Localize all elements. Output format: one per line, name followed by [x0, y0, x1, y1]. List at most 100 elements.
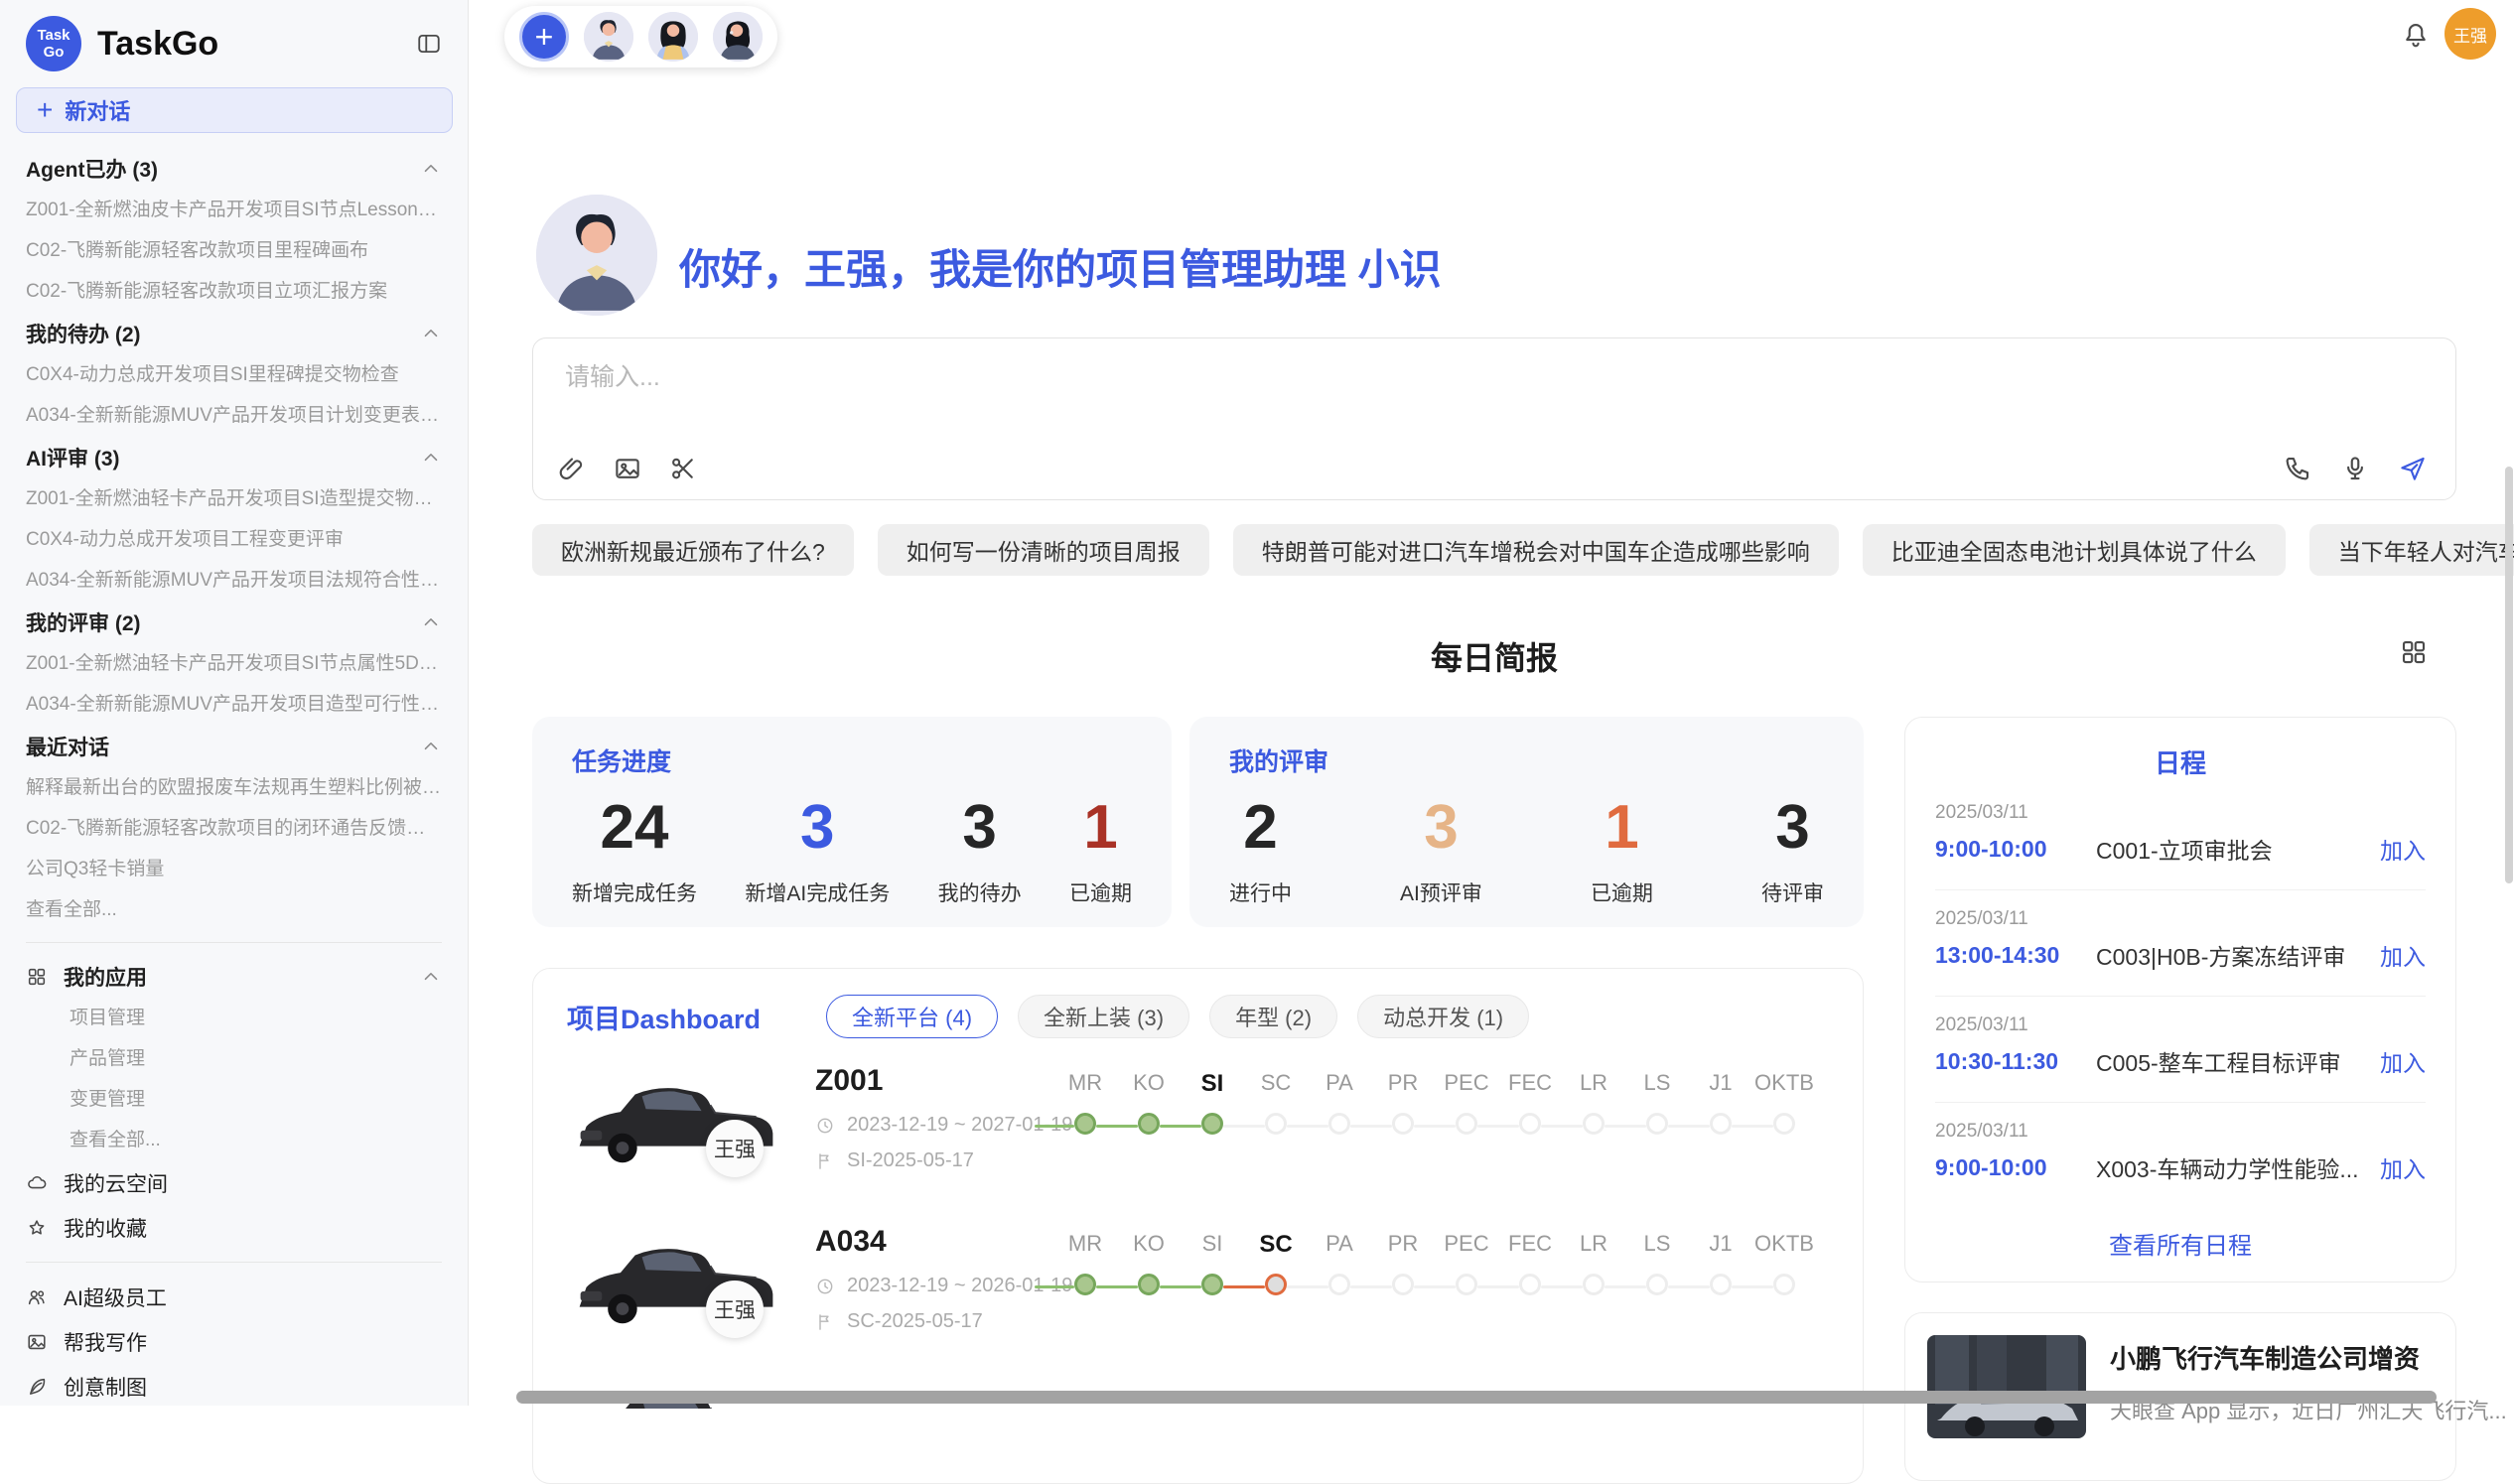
sidebar-task-item[interactable]: Z001-全新燃油轻卡产品开发项目SI节点属性5D文件评审 [26, 643, 442, 684]
sidebar-task-item[interactable]: A034-全新新能源MUV产品开发项目计划变更表编写 [26, 395, 442, 436]
sidebar-app-item[interactable]: 变更管理 [26, 1079, 442, 1120]
sidebar-recent-item[interactable]: 解释最新出台的欧盟报废车法规再生塑料比例被调至15%... [26, 767, 442, 808]
sidebar-recent-header[interactable]: 最近对话 [26, 725, 442, 767]
dashboard-tab[interactable]: 全新上装 (3) [1018, 995, 1189, 1038]
flag-text: SC-2025-05-17 [847, 1310, 983, 1333]
paperclip-icon[interactable] [557, 454, 587, 483]
sidebar-apps-view-all[interactable]: 查看全部... [26, 1120, 442, 1160]
section-header-left: 我的待办 (2) [26, 319, 141, 348]
greeting-title: 你好，王强，我是你的项目管理助理 小识 [679, 236, 1442, 297]
sidebar-section-header[interactable]: 我的待办 (2) [26, 312, 442, 354]
sidebar-task-item[interactable]: C0X4-动力总成开发项目工程变更评审 [26, 519, 442, 560]
chevron-up-icon[interactable] [420, 323, 442, 344]
sidebar-link-label: 我的收藏 [64, 1213, 147, 1243]
chevron-up-icon[interactable] [420, 447, 442, 469]
chat-input[interactable] [563, 362, 2052, 393]
chevron-up-icon[interactable] [420, 158, 442, 180]
sidebar: Task Go TaskGo + 新对话 Agent已办 (3)Z001-全新燃… [0, 0, 469, 1406]
sidebar-task-item[interactable]: Z001-全新燃油皮卡产品开发项目SI节点Lesson Learn报告 [26, 190, 442, 230]
milestone-labels: MRKOSISCPAPRPECFECLRLSJ1OKTB [1053, 1070, 1828, 1098]
vertical-scrollbar[interactable] [2505, 467, 2513, 883]
microphone-icon[interactable] [2340, 454, 2370, 483]
sidebar-link-label: 我的云空间 [64, 1168, 168, 1198]
sidebar-link-我的云空间[interactable]: 我的云空间 [26, 1160, 442, 1205]
schedule-entry[interactable]: 2025/03/1110:30-11:30C005-整车工程目标评审加入 [1935, 997, 2426, 1103]
chevron-up-icon[interactable] [420, 966, 442, 988]
join-meeting-link[interactable]: 加入 [2380, 832, 2426, 866]
milestone-label-PA: PA [1308, 1070, 1371, 1098]
project-row[interactable]: A0342023-12-19 ~ 2026-01-19SC-2025-05-17… [533, 1217, 1863, 1378]
sidebar-task-item[interactable]: C02-飞腾新能源轻客改款项目里程碑画布 [26, 230, 442, 271]
sidebar-apps-header[interactable]: 我的应用 [26, 955, 442, 998]
image-upload-icon[interactable] [613, 454, 642, 483]
join-meeting-link[interactable]: 加入 [2380, 1150, 2426, 1184]
sidebar-recent-view-all[interactable]: 查看全部... [26, 889, 442, 930]
task-progress-card: 任务进度 24新增完成任务3新增AI完成任务3我的待办1已逾期 [532, 717, 1172, 927]
stat-value: 24 [601, 792, 669, 864]
new-chat-button[interactable]: + 新对话 [16, 87, 453, 133]
sidebar-divider [26, 1262, 442, 1263]
suggestion-chip[interactable]: 当下年轻人对汽车外观有怎样的喜好趋势 [2309, 524, 2514, 576]
suggestion-chip[interactable]: 特朗普可能对进口汽车增税会对中国车企造成哪些影响 [1233, 524, 1839, 576]
schedule-entry[interactable]: 2025/03/1113:00-14:30C003|H0B-方案冻结评审加入 [1935, 890, 2426, 997]
milestone-dot-FEC [1519, 1113, 1541, 1135]
milestone-label-PEC: PEC [1435, 1070, 1498, 1098]
dashboard-tab[interactable]: 全新平台 (4) [826, 995, 998, 1038]
horizontal-scrollbar[interactable] [516, 1391, 2437, 1404]
scissors-icon[interactable] [668, 454, 698, 483]
agent-avatar[interactable] [584, 12, 633, 62]
phone-icon[interactable] [2283, 454, 2312, 483]
sidebar-app-item[interactable]: 产品管理 [26, 1038, 442, 1079]
project-row[interactable]: Z0012023-12-19 ~ 2027-01-19SI-2025-05-17… [533, 1056, 1863, 1217]
join-meeting-link[interactable]: 加入 [2380, 938, 2426, 972]
suggestion-chip[interactable]: 欧洲新规最近颁布了什么? [532, 524, 854, 576]
notification-bell-icon[interactable] [2401, 20, 2431, 50]
milestone-label-SC: SC [1244, 1070, 1308, 1098]
user-avatar[interactable]: 王强 [2444, 8, 2496, 60]
sidebar-section-header[interactable]: AI评审 (3) [26, 436, 442, 478]
view-all-schedule-link[interactable]: 查看所有日程 [1905, 1226, 2455, 1261]
milestone-line [1477, 1125, 1519, 1128]
sidebar-tool-创意制图[interactable]: 创意制图 [26, 1364, 442, 1406]
sidebar-recent-item[interactable]: C02-飞腾新能源轻客改款项目的闭环通告反馈情况 [26, 808, 442, 849]
section-title: 我的评审 (2) [26, 607, 141, 637]
dashboard-projects: Z0012023-12-19 ~ 2027-01-19SI-2025-05-17… [533, 1056, 1863, 1378]
sidebar-recent-item[interactable]: 公司Q3轻卡销量 [26, 849, 442, 889]
milestone-label-MR: MR [1053, 1231, 1117, 1259]
sidebar-task-item[interactable]: C02-飞腾新能源轻客改款项目立项汇报方案 [26, 271, 442, 312]
sidebar-section-header[interactable]: Agent已办 (3) [26, 147, 442, 190]
join-meeting-link[interactable]: 加入 [2380, 1044, 2426, 1078]
chevron-up-icon[interactable] [420, 611, 442, 633]
milestone-dot-FEC [1519, 1274, 1541, 1295]
project-code: A034 [815, 1225, 887, 1259]
sidebar-app-item[interactable]: 项目管理 [26, 998, 442, 1038]
suggestion-chip[interactable]: 比亚迪全固态电池计划具体说了什么 [1863, 524, 2286, 576]
schedule-entry[interactable]: 2025/03/119:00-10:00C001-立项审批会加入 [1935, 784, 2426, 890]
sidebar-task-item[interactable]: A034-全新新能源MUV产品开发项目造型可行性评审 [26, 684, 442, 725]
sidebar-task-item[interactable]: A034-全新新能源MUV产品开发项目法规符合性评审 [26, 560, 442, 601]
sidebar-section-header[interactable]: 我的评审 (2) [26, 601, 442, 643]
agent-avatar[interactable] [713, 12, 763, 62]
brief-layout-icon[interactable] [2399, 637, 2429, 667]
dashboard-tab[interactable]: 动总开发 (1) [1357, 995, 1529, 1038]
milestone-label-LR: LR [1562, 1070, 1625, 1098]
sidebar-task-item[interactable]: C0X4-动力总成开发项目SI里程碑提交物检查 [26, 354, 442, 395]
schedule-entry[interactable]: 2025/03/119:00-10:00X003-车辆动力学性能验...加入 [1935, 1103, 2426, 1208]
sidebar-tool-AI超级员工[interactable]: AI超级员工 [26, 1275, 442, 1319]
sidebar-task-item[interactable]: Z001-全新燃油轻卡产品开发项目SI造型提交物评审 [26, 478, 442, 519]
chevron-up-icon[interactable] [420, 736, 442, 757]
send-icon[interactable] [2398, 454, 2428, 483]
milestone-line [1350, 1125, 1392, 1128]
people-icon [26, 1286, 48, 1308]
milestone-dot-J1 [1710, 1113, 1732, 1135]
collapse-sidebar-icon[interactable] [416, 31, 442, 57]
add-agent-button[interactable]: + [519, 12, 569, 62]
dashboard-tab[interactable]: 年型 (2) [1209, 995, 1337, 1038]
agent-avatar[interactable] [648, 12, 698, 62]
suggestion-chip[interactable]: 如何写一份清晰的项目周报 [878, 524, 1209, 576]
sidebar-link-我的收藏[interactable]: 我的收藏 [26, 1205, 442, 1250]
sidebar-tool-帮我写作[interactable]: 帮我写作 [26, 1319, 442, 1364]
stat-label: 我的待办 [938, 877, 1022, 907]
milestone-label-KO: KO [1117, 1070, 1181, 1098]
stat-item: 3待评审 [1761, 792, 1824, 907]
